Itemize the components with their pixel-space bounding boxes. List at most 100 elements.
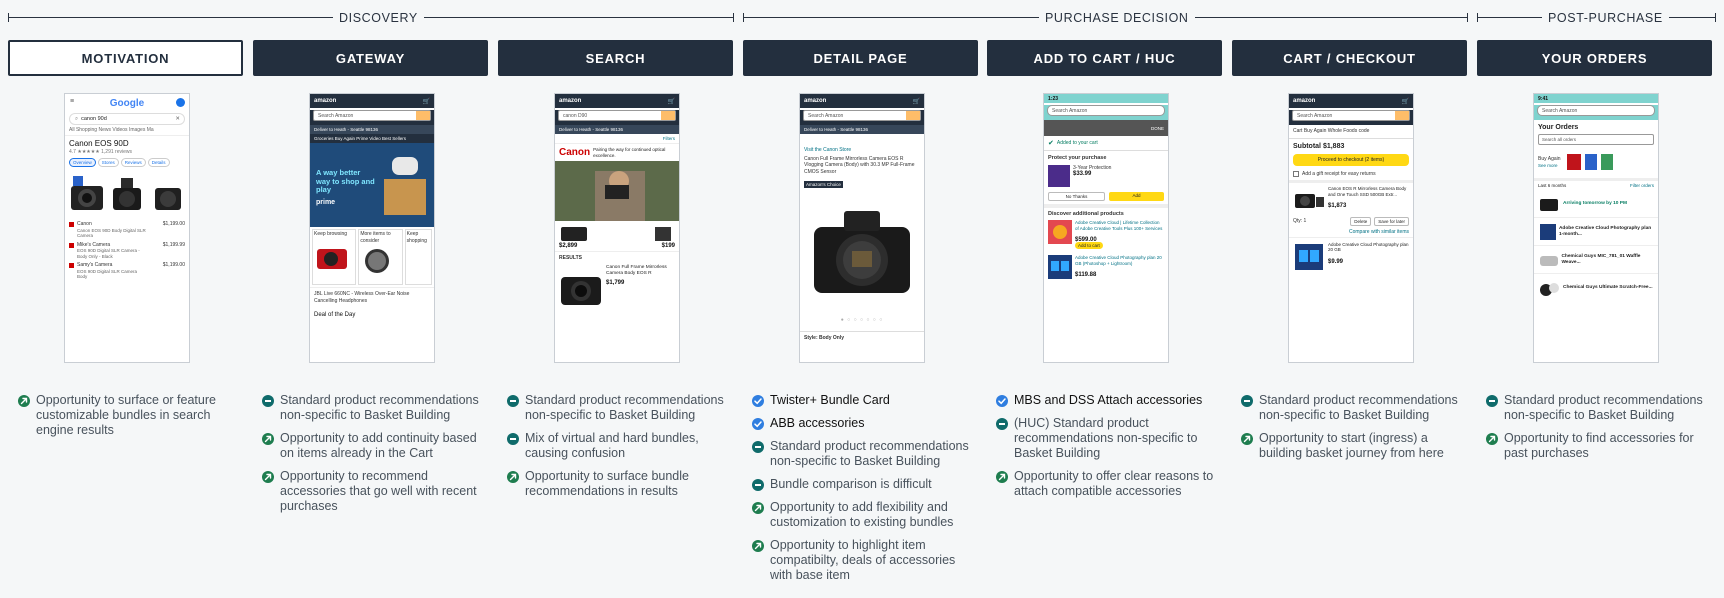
note-text: Standard product recommendations non-spe… xyxy=(770,439,969,468)
listing-desc: Canon EOS 90D Body Digital SLR Camera xyxy=(77,227,146,239)
check-circle-icon xyxy=(752,394,764,407)
note-item: Bundle comparison is difficult xyxy=(752,477,977,492)
product-title: Canon EOS 90D xyxy=(69,138,129,148)
status-bar: 1:23 xyxy=(1044,94,1168,103)
opportunity-arrow-icon xyxy=(996,470,1008,483)
note-text: Opportunity to add flexibility and custo… xyxy=(770,500,954,529)
stage-search[interactable]: SEARCH xyxy=(498,40,733,76)
notes-your-orders: Standard product recommendations non-spe… xyxy=(1486,393,1711,469)
photographer-image xyxy=(555,161,679,221)
search-icon: ⌕ xyxy=(75,115,79,122)
note-text: Opportunity to find accessories for past… xyxy=(1504,431,1694,460)
stage-detail-page[interactable]: DETAIL PAGE xyxy=(743,40,978,76)
buy-again-thumbnails xyxy=(1566,154,1613,170)
orders-title: Your Orders xyxy=(1538,124,1579,131)
deliver-to: Deliver to Heath - Seattle 98136 xyxy=(555,125,679,134)
camera-image xyxy=(317,248,347,269)
add-button: Add xyxy=(1109,191,1164,201)
cart-icon: 🛒 xyxy=(1401,98,1409,105)
deal-of-the-day: Deal of the Day xyxy=(314,312,356,318)
style-selector: Style: Body Only xyxy=(800,330,924,343)
product-title: Adobe Creative Cloud | Lifetime Collecti… xyxy=(1075,220,1163,231)
amazons-choice-badge: Amazon's Choice xyxy=(804,180,843,188)
notes-motivation: Opportunity to surface or feature custom… xyxy=(18,393,243,446)
order-item-image xyxy=(1540,283,1559,296)
stage-motivation[interactable]: MOTIVATION xyxy=(8,40,243,76)
screen-google-search: ≡ Google ⌕ canon 90d ✕ All Shopping News… xyxy=(64,93,190,363)
product-title: Adobe Creative Cloud Photography plan 20… xyxy=(1075,255,1162,266)
chip-details: Details xyxy=(147,158,170,167)
order-item-image xyxy=(1540,223,1556,240)
note-text: Standard product recommendations non-spe… xyxy=(280,393,479,422)
note-text: Opportunity to add continuity based on i… xyxy=(280,431,477,460)
screen-amazon-gateway: amazon 🛒 Search Amazon Deliver to Heath -… xyxy=(309,93,435,363)
google-query: canon 90d xyxy=(81,116,107,122)
note-item: Standard product recommendations non-spe… xyxy=(507,393,732,423)
note-text: Opportunity to start (ingress) a buildin… xyxy=(1259,431,1444,460)
note-item: Opportunity to recommend accessories tha… xyxy=(262,469,487,514)
menu-icon: ≡ xyxy=(70,98,75,105)
product-price: $119.88 xyxy=(1075,272,1097,278)
note-text: Twister+ Bundle Card xyxy=(770,393,890,407)
box-image xyxy=(384,157,426,215)
google-logo: Google xyxy=(109,97,145,109)
stage-gateway[interactable]: GATEWAY xyxy=(253,40,488,76)
card-title: Keep shopping xyxy=(406,231,427,244)
cart-item-title: Canon EOS R Mirrorless Camera Body and O… xyxy=(1328,186,1407,197)
product-title: Canon Full Frame Mirrorless Camera EOS R… xyxy=(804,155,915,175)
product-camera-image xyxy=(814,210,910,293)
ad-text: Pairing the way for continued optical ex… xyxy=(593,147,666,158)
opportunity-arrow-icon xyxy=(1486,432,1498,445)
screen-huc: 1:23 Search Amazon DONE ✔ Added to your c… xyxy=(1043,93,1169,363)
stage-add-to-cart-huc[interactable]: ADD TO CART / HUC xyxy=(987,40,1222,76)
notes-detail-page: Twister+ Bundle Card ABB accessories Stand… xyxy=(752,393,977,591)
screen-cart: amazon 🛒 Search Amazon Cart Buy Again Who… xyxy=(1288,93,1414,363)
stage-cart-checkout[interactable]: CART / CHECKOUT xyxy=(1232,40,1467,76)
buy-again-label: Buy Again xyxy=(1538,156,1561,163)
period-label: Last 6 months xyxy=(1538,183,1567,188)
store-link: Visit the Canon Store xyxy=(804,147,852,153)
amazon-header: amazon 🛒 xyxy=(310,94,434,108)
store-logo-icon xyxy=(69,222,74,227)
note-item: ABB accessories xyxy=(752,416,977,431)
minus-circle-icon xyxy=(752,478,764,491)
note-text: Standard product recommendations non-spe… xyxy=(1259,393,1458,422)
amazon-header: amazon 🛒 xyxy=(1289,94,1413,108)
note-item: Opportunity to offer clear reasons to at… xyxy=(996,469,1221,499)
results-label: RESULTS xyxy=(555,251,679,263)
search-bar: Search Amazon xyxy=(1537,105,1655,116)
cart-item-title: Adobe Creative Cloud Photography plan 20… xyxy=(1328,241,1409,253)
order-item-image xyxy=(1540,255,1558,266)
order-title: Chemical Guys Ultimate Scratch-Free... xyxy=(1563,285,1653,290)
amazon-logo: amazon xyxy=(314,98,337,104)
order-title: Adobe Creative Cloud Photography plan 1-… xyxy=(1558,225,1652,237)
card-title: Keep browsing xyxy=(314,231,348,237)
stage-your-orders[interactable]: YOUR ORDERS xyxy=(1477,40,1712,76)
note-text: Opportunity to offer clear reasons to at… xyxy=(1014,469,1214,498)
order-title: Chemical Guys MIC_781_01 Waffle Weave... xyxy=(1561,253,1641,265)
discover-heading: Discover additional products xyxy=(1048,210,1124,217)
no-thanks-button: No Thanks xyxy=(1048,191,1105,201)
search-bar: Search Amazon xyxy=(1292,110,1410,121)
cart-icon: 🛒 xyxy=(667,98,675,105)
note-item: Opportunity to start (ingress) a buildin… xyxy=(1241,431,1466,461)
order-item-image xyxy=(1540,198,1558,211)
opportunity-arrow-icon xyxy=(752,539,764,552)
note-item: Opportunity to surface bundle recommenda… xyxy=(507,469,732,499)
note-item: Twister+ Bundle Card xyxy=(752,393,977,408)
phase-title: POST-PURCHASE xyxy=(1542,10,1669,26)
minus-circle-icon xyxy=(996,417,1008,430)
camera-image xyxy=(155,188,181,210)
minus-circle-icon xyxy=(1241,394,1253,407)
notes-cart-checkout: Standard product recommendations non-spe… xyxy=(1241,393,1466,469)
card-title: More items to consider xyxy=(360,231,391,244)
phase-title: DISCOVERY xyxy=(333,10,424,26)
see-more-link: See more xyxy=(1538,162,1558,168)
search-bar: Search Amazon xyxy=(1047,105,1165,116)
search-bar: Search Amazon xyxy=(313,110,431,121)
opportunity-arrow-icon xyxy=(262,432,274,445)
adobe-photo-image xyxy=(1295,243,1323,270)
opportunity-arrow-icon xyxy=(262,470,274,483)
notes-search: Standard product recommendations non-spe… xyxy=(507,393,732,507)
protection-image xyxy=(1048,164,1070,187)
